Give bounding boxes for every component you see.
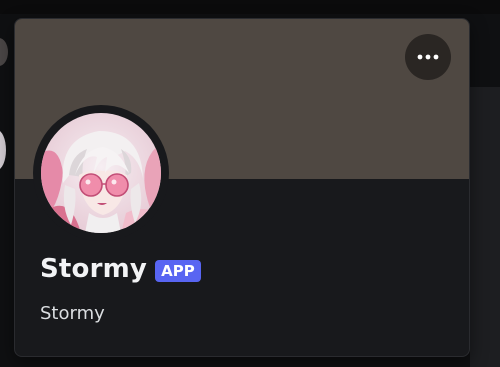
username: Stormy (40, 303, 105, 324)
user-profile-popout: Stormy APP Stormy (14, 18, 470, 357)
app-background: Stormy APP Stormy (0, 0, 500, 367)
more-options-button[interactable] (405, 34, 451, 80)
avatar-image (41, 113, 161, 233)
background-panel (470, 87, 500, 367)
name-row: Stormy APP (40, 253, 201, 285)
app-badge: APP (155, 259, 201, 282)
app-top-bar (0, 0, 500, 14)
avatar-ring (33, 105, 169, 241)
avatar[interactable] (41, 113, 161, 233)
ellipsis-icon (417, 54, 439, 60)
display-name: Stormy (40, 254, 148, 284)
background-avatar (0, 38, 8, 66)
background-avatar (0, 130, 6, 170)
